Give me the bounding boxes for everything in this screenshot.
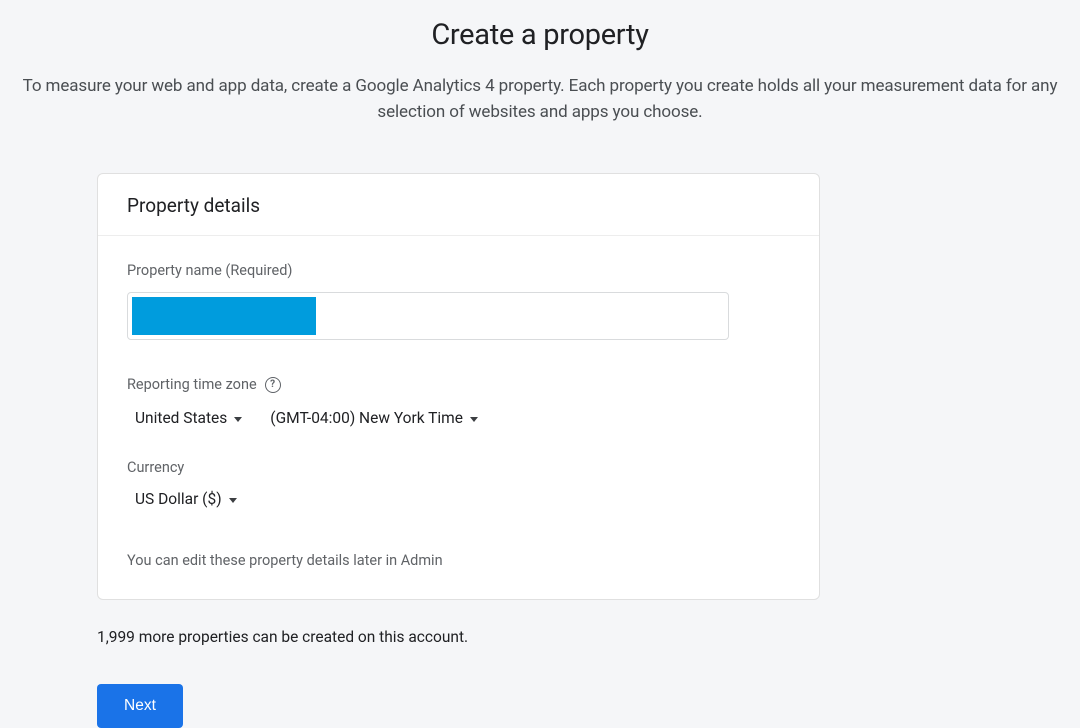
input-selection (132, 297, 316, 335)
timezone-country-value: United States (135, 409, 227, 427)
currency-value: US Dollar ($) (135, 490, 222, 508)
help-icon[interactable]: ? (265, 377, 281, 393)
timezone-zone-dropdown[interactable]: (GMT-04:00) New York Time (270, 409, 478, 427)
timezone-zone-value: (GMT-04:00) New York Time (270, 409, 463, 427)
chevron-down-icon (470, 417, 478, 422)
property-details-card: Property details Property name (Required… (97, 173, 820, 600)
page-title: Create a property (0, 18, 1080, 52)
property-name-input[interactable] (127, 292, 729, 340)
page-subtitle: To measure your web and app data, create… (0, 74, 1080, 125)
timezone-label-text: Reporting time zone (127, 376, 257, 393)
timezone-label: Reporting time zone ? (127, 376, 790, 393)
property-name-label: Property name (Required) (127, 262, 790, 279)
currency-dropdown[interactable]: US Dollar ($) (135, 490, 790, 508)
card-title: Property details (127, 194, 791, 217)
chevron-down-icon (234, 417, 242, 422)
currency-label: Currency (127, 459, 790, 476)
edit-later-note: You can edit these property details late… (127, 552, 790, 569)
timezone-country-dropdown[interactable]: United States (135, 409, 242, 427)
next-button[interactable]: Next (97, 684, 183, 728)
remaining-properties-text: 1,999 more properties can be created on … (97, 628, 820, 646)
chevron-down-icon (229, 498, 237, 503)
